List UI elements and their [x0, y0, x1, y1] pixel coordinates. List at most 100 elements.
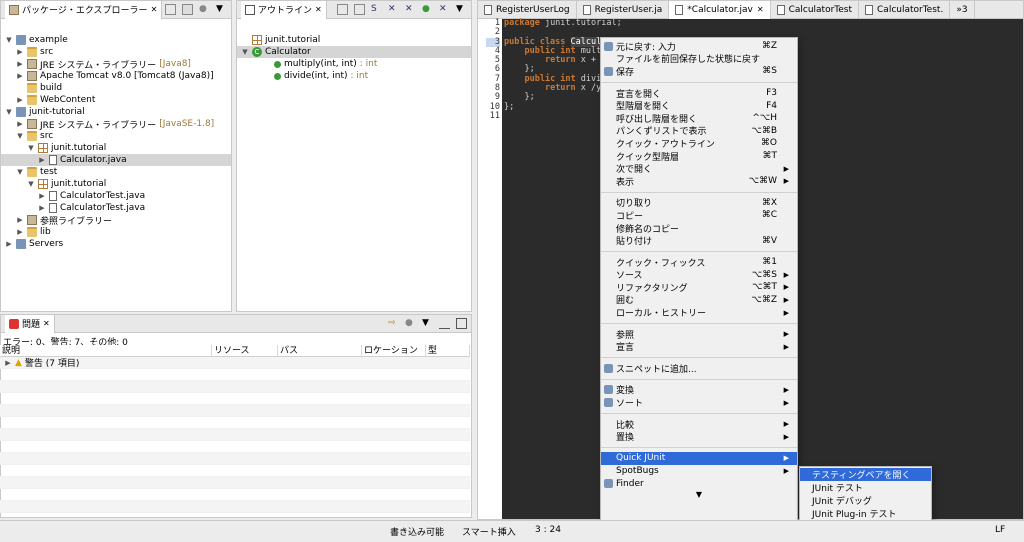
tree-item[interactable]: ▶ WebContent — [1, 94, 231, 106]
menu-item[interactable]: Quick JUnit ▶ — [601, 452, 797, 465]
menu-item[interactable]: パンくずリストで表示 ⌥⌘B — [601, 125, 797, 138]
tree-item[interactable]: ▼ junit.tutorial — [1, 142, 231, 154]
menu-item[interactable]: ソース ⌥⌘S ▶ — [601, 269, 797, 282]
menu-item[interactable]: 型階層を開く F4 — [601, 99, 797, 113]
submenu-item[interactable]: テスティングペアを開く — [800, 468, 931, 481]
menu-item[interactable]: 呼び出し階層を開く ^⌥H — [601, 112, 797, 125]
editor-tab[interactable]: CalculatorTest — [771, 0, 860, 19]
tree-item[interactable]: ▶ CalculatorTest.java — [1, 190, 231, 202]
editor-tab[interactable]: *Calculator.jav ✕ — [669, 0, 771, 19]
column-header[interactable]: リソース — [212, 345, 278, 357]
menu-item[interactable]: 参照 ▶ — [601, 328, 797, 341]
minimize-icon[interactable] — [439, 318, 450, 329]
menu-item[interactable]: クイック型階層 ⌘T — [601, 150, 797, 163]
expand-icon[interactable]: ▶ — [16, 96, 24, 104]
menu-item[interactable]: SpotBugs ▶ — [601, 465, 797, 478]
tree-item[interactable]: ▼ example — [1, 34, 231, 46]
expand-icon[interactable]: ▼ — [16, 168, 24, 176]
view-menu-chevron-down-icon[interactable]: ▼ — [216, 4, 227, 15]
menu-item[interactable]: リファクタリング ⌥⌘T ▶ — [601, 281, 797, 294]
menu-item[interactable]: ローカル・ヒストリー ▶ — [601, 306, 797, 320]
menu-item[interactable]: 元に戻す: 入力 ⌘Z — [601, 40, 797, 53]
column-header[interactable]: ロケーション — [362, 345, 426, 357]
tree-item[interactable]: ▶ src — [1, 46, 231, 58]
outline-tab[interactable]: アウトライン ✕ — [241, 1, 327, 19]
menu-item[interactable]: 宣言を開く F3 — [601, 87, 797, 100]
tree-item[interactable]: junit.tutorial — [237, 34, 471, 46]
tree-item[interactable]: ▼ junit.tutorial — [1, 178, 231, 190]
expand-icon[interactable]: ▼ — [16, 132, 24, 140]
tree-item[interactable]: ▼ C Calculator — [237, 46, 471, 58]
focus-icon[interactable]: ⇨ — [388, 318, 399, 329]
close-icon[interactable]: ✕ — [757, 5, 764, 14]
tree-item[interactable]: ▶ Apache Tomcat v8.0 [Tomcat8 (Java8)] — [1, 70, 231, 82]
submenu-item[interactable]: JUnit テスト — [800, 481, 931, 494]
expand-icon[interactable]: ▶ — [38, 192, 46, 200]
tree-item[interactable]: ▶ JRE システム・ライブラリー [Java8] — [1, 58, 231, 71]
problems-tab[interactable]: 問題 ✕ — [5, 315, 55, 333]
tree-item[interactable]: build — [1, 82, 231, 94]
menu-item[interactable]: 貼り付け ⌘V — [601, 234, 797, 248]
expand-icon[interactable]: ▶ — [16, 72, 24, 80]
menu-item[interactable]: 切り取り ⌘X — [601, 197, 797, 210]
expand-icon[interactable]: ▼ — [5, 108, 13, 116]
link-editor-icon[interactable] — [182, 4, 193, 15]
close-icon[interactable]: ✕ — [151, 5, 158, 14]
menu-item[interactable]: 囲む ⌥⌘Z ▶ — [601, 294, 797, 307]
menu-item[interactable]: Finder — [601, 477, 797, 490]
hide-fields-icon[interactable] — [354, 4, 365, 15]
menu-item[interactable]: ソート ▶ — [601, 396, 797, 409]
expand-icon[interactable]: ▶ — [4, 359, 12, 367]
expand-icon[interactable]: ▼ — [5, 36, 13, 44]
expand-icon[interactable]: ▼ — [27, 180, 35, 188]
hide-static-icon[interactable]: S — [371, 4, 382, 15]
view-menu-chevron-down-icon[interactable]: ▼ — [456, 4, 467, 15]
expand-icon[interactable]: ▶ — [16, 120, 24, 128]
menu-item[interactable]: クイック・フィックス ⌘1 — [601, 256, 797, 269]
expand-icon[interactable]: ▼ — [241, 48, 249, 56]
link-icon[interactable]: ✕ — [439, 4, 450, 15]
tree-item[interactable]: ▶ 参照ライブラリー — [1, 214, 231, 227]
collapse-all-icon[interactable] — [165, 4, 176, 15]
tree-item[interactable]: ▶ lib — [1, 226, 231, 238]
expand-icon[interactable]: ▶ — [38, 204, 46, 212]
package-explorer-tab[interactable]: パッケージ・エクスプローラー ✕ — [5, 1, 163, 19]
sort-icon[interactable] — [337, 4, 348, 15]
close-icon[interactable]: ✕ — [315, 5, 322, 14]
tree-item[interactable]: divide(int, int) : int — [237, 70, 471, 82]
public-filter-icon[interactable]: ● — [422, 4, 433, 15]
filter-icon[interactable]: ● — [199, 4, 210, 15]
close-icon[interactable]: ✕ — [43, 319, 50, 328]
view-menu-chevron-down-icon[interactable]: ▼ — [422, 318, 433, 329]
menu-item[interactable]: 宣言 ▶ — [601, 340, 797, 354]
table-row[interactable]: ▶ ▲ 警告 (7 項目) — [0, 357, 470, 369]
expand-icon[interactable]: ▶ — [5, 240, 13, 248]
expand-icon[interactable]: ▶ — [16, 228, 24, 236]
expand-icon[interactable]: ▶ — [16, 48, 24, 56]
tree-item[interactable]: ▼ src — [1, 130, 231, 142]
menu-item[interactable]: 比較 ▶ — [601, 418, 797, 431]
tab-overflow-button[interactable]: »3 — [950, 0, 975, 19]
tree-item[interactable]: ▶ Servers — [1, 238, 231, 250]
column-header[interactable]: パス — [278, 345, 362, 357]
expand-icon[interactable]: ▼ — [27, 144, 35, 152]
expand-icon[interactable]: ▶ — [16, 60, 24, 68]
tree-item[interactable]: ▶ CalculatorTest.java — [1, 202, 231, 214]
expand-icon[interactable]: ▶ — [16, 216, 24, 224]
menu-item[interactable]: 次で開く ▶ — [601, 162, 797, 176]
hide-nonpublic-icon[interactable]: ✕ — [388, 4, 399, 15]
menu-item[interactable]: クイック・アウトライン ⌘O — [601, 137, 797, 150]
hide-local-types-icon[interactable]: ✕ — [405, 4, 416, 15]
menu-item[interactable]: 置換 ▶ — [601, 430, 797, 444]
tree-item[interactable]: ▶ JRE システム・ライブラリー [JavaSE-1.8] — [1, 118, 231, 131]
menu-item[interactable]: 保存 ⌘S — [601, 65, 797, 78]
scroll-down-icon[interactable]: ▼ — [601, 490, 797, 500]
menu-item[interactable]: 修飾名のコピー — [601, 222, 797, 235]
column-header[interactable]: 型 — [426, 345, 470, 357]
submenu-item[interactable]: JUnit Plug-in テスト — [800, 507, 931, 520]
expand-icon[interactable]: ▶ — [38, 156, 46, 164]
menu-item[interactable]: スニペットに追加... — [601, 362, 797, 375]
menu-item[interactable]: 変換 ▶ — [601, 384, 797, 396]
filter-icon[interactable]: ● — [405, 318, 416, 329]
tree-item[interactable]: ▶ Calculator.java — [1, 154, 231, 166]
